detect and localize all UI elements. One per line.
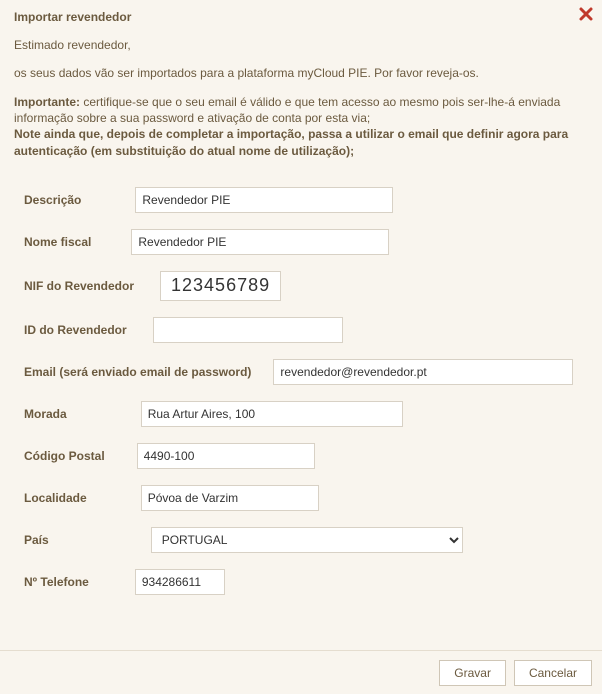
input-localidade[interactable] [141, 485, 319, 511]
input-telefone[interactable] [135, 569, 225, 595]
row-cp: Código Postal [14, 443, 588, 469]
save-button[interactable]: Gravar [439, 660, 506, 686]
value-nif: 123456789 [160, 271, 281, 301]
close-icon[interactable] [578, 6, 594, 22]
label-email: Email (será enviado email de password) [24, 365, 251, 379]
label-morada: Morada [24, 407, 67, 421]
row-localidade: Localidade [14, 485, 588, 511]
input-nome-fiscal[interactable] [131, 229, 389, 255]
dialog-footer: Gravar Cancelar [0, 650, 602, 694]
label-cp: Código Postal [24, 449, 105, 463]
input-descricao[interactable] [135, 187, 393, 213]
input-id-revendedor [153, 317, 343, 343]
row-nif: NIF do Revendedor 123456789 [14, 271, 588, 301]
label-pais: País [24, 533, 49, 547]
input-email[interactable] [273, 359, 573, 385]
import-reseller-dialog: Importar revendedor Estimado revendedor,… [0, 0, 602, 663]
greeting-text: Estimado revendedor, [14, 38, 588, 52]
label-id-revendedor: ID do Revendedor [24, 323, 127, 337]
important-label: Importante: [14, 95, 80, 109]
important-bold: Note ainda que, depois de completar a im… [14, 127, 568, 157]
row-nome-fiscal: Nome fiscal [14, 229, 588, 255]
input-cp[interactable] [137, 443, 315, 469]
row-email: Email (será enviado email de password) [14, 359, 588, 385]
row-id-revendedor: ID do Revendedor [14, 317, 588, 343]
select-pais[interactable]: PORTUGAL [151, 527, 463, 553]
intro-text: os seus dados vão ser importados para a … [14, 66, 588, 80]
row-descricao: Descrição [14, 187, 588, 213]
row-morada: Morada [14, 401, 588, 427]
cancel-button[interactable]: Cancelar [514, 660, 592, 686]
label-descricao: Descrição [24, 193, 81, 207]
label-nif: NIF do Revendedor [24, 279, 134, 293]
dialog-title: Importar revendedor [14, 10, 588, 24]
important-text: Importante: certifique-se que o seu emai… [14, 94, 588, 159]
label-nome-fiscal: Nome fiscal [24, 235, 91, 249]
label-localidade: Localidade [24, 491, 87, 505]
row-telefone: Nº Telefone [14, 569, 588, 595]
important-line1: certifique-se que o seu email é válido e… [14, 95, 560, 125]
label-telefone: Nº Telefone [24, 575, 89, 589]
input-morada[interactable] [141, 401, 403, 427]
row-pais: País PORTUGAL [14, 527, 588, 553]
